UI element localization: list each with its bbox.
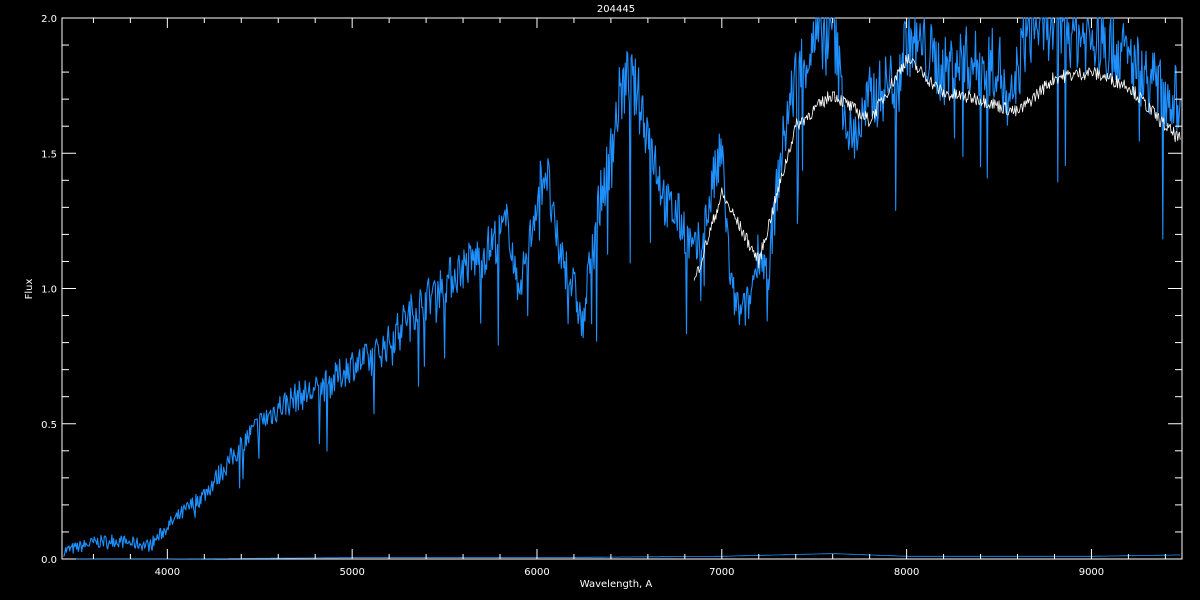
chart-title: 204445	[597, 4, 635, 15]
x-tick-label: 7000	[709, 567, 734, 578]
x-tick-label: 4000	[155, 567, 180, 578]
x-tick-label: 6000	[524, 567, 549, 578]
y-axis-label: Flux	[24, 279, 35, 300]
x-tick-label: 8000	[894, 567, 919, 578]
y-tick-label: 0.0	[41, 555, 57, 566]
x-axis-label: Wavelength, A	[580, 579, 653, 590]
y-tick-label: 2.0	[41, 14, 57, 25]
y-tick-label: 1.0	[41, 285, 57, 296]
x-tick-label: 9000	[1079, 567, 1104, 578]
spectrum-chart: 204445 4000 5000 6000 7000 8000 9000 0.0 0.5 1.0…	[0, 0, 1200, 600]
x-tick-label: 5000	[339, 567, 364, 578]
y-tick-label: 1.5	[41, 149, 57, 160]
y-tick-label: 0.5	[41, 420, 57, 431]
